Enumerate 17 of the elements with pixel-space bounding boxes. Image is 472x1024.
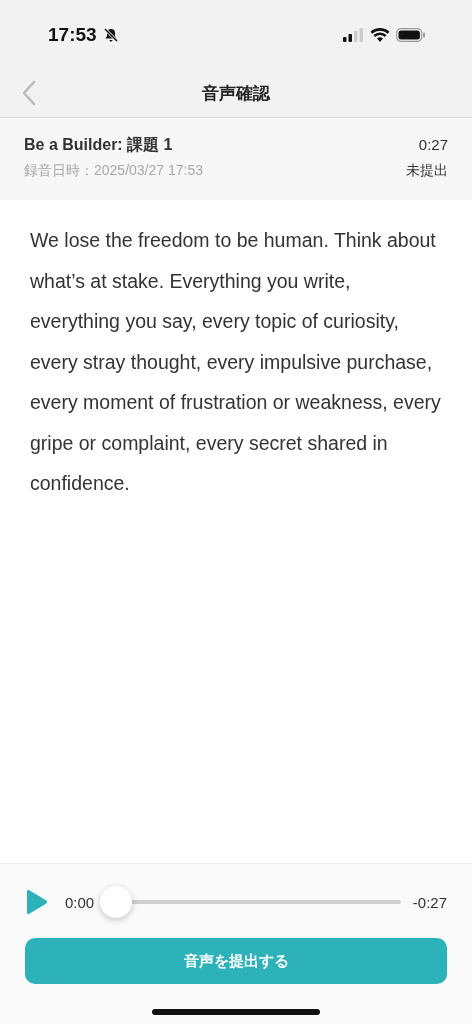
back-button[interactable] [22,80,36,106]
submit-button[interactable]: 音声を提出する [25,938,447,984]
screen-title: 音声確認 [202,83,270,105]
signal-icon [342,28,364,42]
slider-thumb[interactable] [100,886,133,918]
remaining-time: -0:27 [412,893,447,911]
battery-icon [396,28,426,42]
submission-status: 未提出 [406,162,448,180]
wifi-icon [370,28,390,42]
progress-slider[interactable] [100,885,401,919]
status-time: 17:53 [48,24,97,46]
recording-date: 録音日時：2025/03/27 17:53 [24,162,203,180]
recording-title: Be a Builder: 課題 1 [24,135,173,155]
recording-duration: 0:27 [418,136,448,153]
elapsed-time: 0:00 [65,893,95,911]
transcript-text: We lose the freedom to be human. Think about what’s at stake. Everything you write, everything you say, every topic of curiosity, every stray thought, every impulsive purchase, every moment of frustration or weakness, every gripe or complaint, every secret shared in confidence. [30,228,442,496]
play-button[interactable] [25,888,49,916]
